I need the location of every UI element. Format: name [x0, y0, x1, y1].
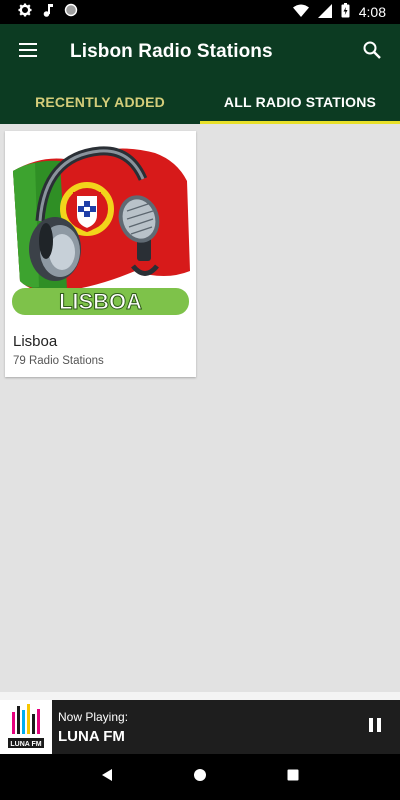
recents-button[interactable]: [275, 759, 311, 795]
menu-button[interactable]: [0, 24, 56, 80]
back-button[interactable]: [89, 759, 125, 795]
home-icon: [193, 768, 207, 787]
lisboa-banner-text: LISBOA: [59, 289, 142, 314]
wifi-icon: [292, 4, 309, 20]
music-note-icon: [42, 3, 54, 22]
card-title: Lisboa: [13, 333, 58, 350]
luna-fm-logo-text: LUNA FM: [10, 741, 41, 748]
circle-icon: [64, 3, 78, 22]
search-button[interactable]: [344, 24, 400, 80]
status-bar-left: [0, 3, 78, 22]
battery-icon: [341, 3, 350, 21]
system-nav-bar: [0, 754, 400, 800]
tab-all-radio-stations[interactable]: ALL RADIO STATIONS: [200, 80, 400, 124]
city-card-lisboa[interactable]: LISBOA Lisboa 79 Radio Stations: [5, 131, 196, 377]
station-grid: LISBOA Lisboa 79 Radio Stations: [0, 124, 400, 692]
app-bar: Lisbon Radio Stations: [0, 24, 400, 80]
back-icon: [100, 768, 114, 787]
clock: 4:08: [358, 4, 386, 20]
home-button[interactable]: [182, 759, 218, 795]
pause-button[interactable]: [364, 716, 386, 738]
status-bar-right: 4:08: [292, 3, 400, 21]
hamburger-menu-icon: [18, 42, 38, 63]
now-playing-station: LUNA FM: [58, 728, 125, 745]
pause-icon: [368, 717, 382, 738]
signal-icon: [317, 3, 332, 21]
tab-recently-added[interactable]: RECENTLY ADDED: [0, 80, 200, 124]
lisboa-radio-image: LISBOA: [5, 131, 196, 321]
status-bar: 4:08: [0, 0, 400, 24]
gear-icon: [18, 3, 32, 22]
recents-icon: [287, 768, 299, 786]
now-playing-label: Now Playing:: [58, 710, 129, 724]
card-subtitle: 79 Radio Stations: [13, 355, 104, 367]
page-title: Lisbon Radio Stations: [70, 41, 273, 62]
search-icon: [362, 40, 382, 65]
tab-bar: RECENTLY ADDED ALL RADIO STATIONS: [0, 80, 400, 124]
luna-fm-logo: LUNA FM: [0, 700, 52, 754]
now-playing-bar[interactable]: LUNA FM Now Playing: LUNA FM: [0, 692, 400, 754]
